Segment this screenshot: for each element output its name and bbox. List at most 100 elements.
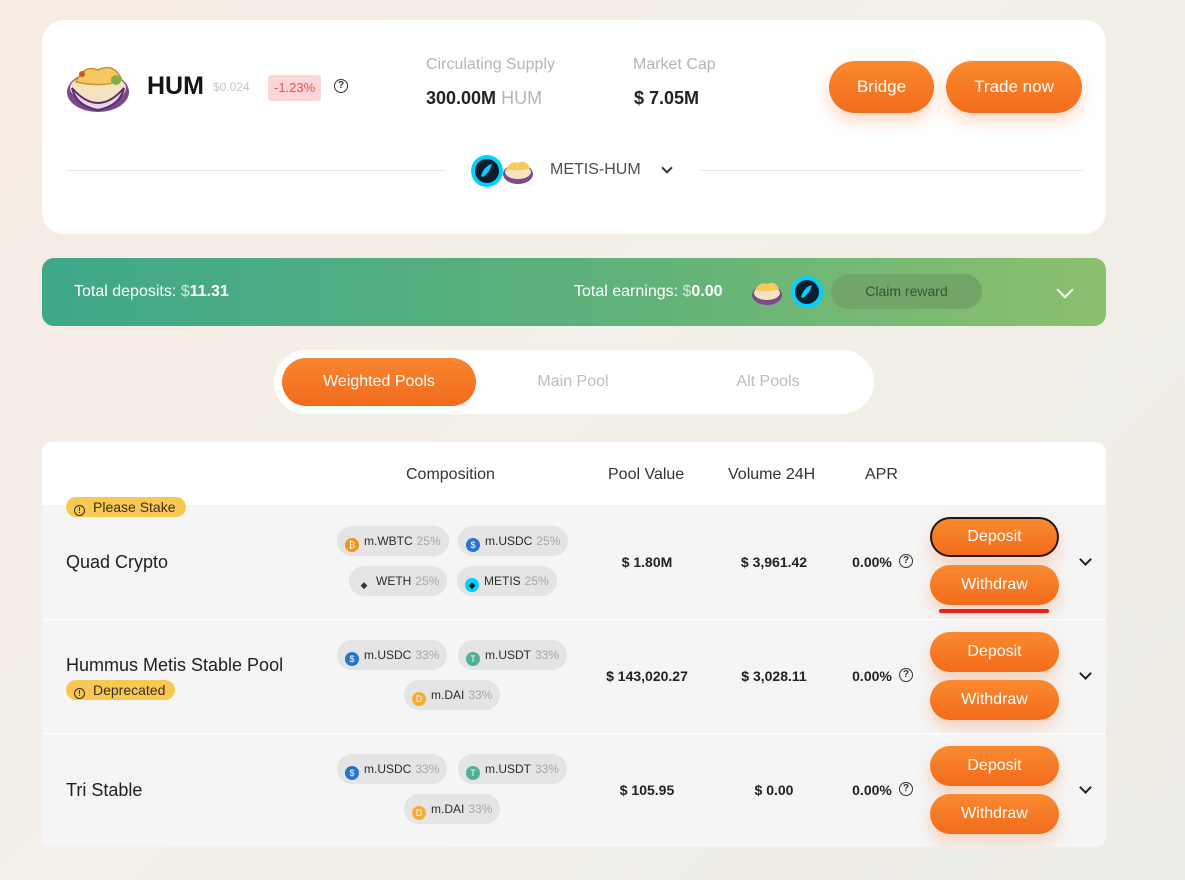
status-badge: ! Please Stake <box>66 497 186 517</box>
usdc-icon: $ <box>345 652 359 666</box>
volume-24h: $ 0.00 <box>754 782 794 798</box>
total-earnings: Total earnings: $0.00 <box>574 283 723 301</box>
composition-chip: ◆ METIS 25% <box>457 566 557 596</box>
tether-icon: T <box>466 766 480 780</box>
token-price: $0.024 <box>213 80 250 94</box>
chevron-down-icon[interactable] <box>661 162 673 174</box>
composition-chip: $ m.USDC 33% <box>337 754 448 784</box>
withdraw-button[interactable]: Withdraw <box>930 680 1059 720</box>
chip-token: m.DAI <box>431 688 465 702</box>
chip-pct: 33% <box>468 802 493 816</box>
table-row: Hummus Metis Stable Pool ! Deprecated $ m.… <box>42 620 1106 734</box>
composition-chip: $ m.USDC 33% <box>337 640 448 670</box>
chip-pct: 33% <box>415 762 440 776</box>
chip-pct: 25% <box>536 534 561 548</box>
composition-chip: Dm.DAI 33% <box>404 794 501 824</box>
table-row: ! Please Stake Quad Crypto ₿ m.WBTC 25% $ m.… <box>42 497 1106 619</box>
pool-value: $ 105.95 <box>619 782 675 798</box>
pool-name: Hummus Metis Stable Pool <box>66 655 284 675</box>
supply-number: 300.00M <box>426 88 497 108</box>
claim-reward-button[interactable]: Claim reward <box>831 274 982 309</box>
chip-token: m.USDC <box>485 534 533 548</box>
pool-tabs: Weighted Pools Main Pool Alt Pools <box>274 350 874 414</box>
bitcoin-icon: ₿ <box>345 538 359 552</box>
chevron-down-icon[interactable] <box>1056 281 1074 299</box>
help-circle-icon[interactable]: ? <box>899 554 913 568</box>
status-badge-label: Please Stake <box>93 499 176 515</box>
total-earnings-label: Total earnings: <box>574 283 679 300</box>
help-circle-icon[interactable]: ? <box>899 782 913 796</box>
total-deposits-value: 11.31 <box>189 283 229 300</box>
token-overview-card: HUM $0.024 -1.23% ? Circulating Supply 3… <box>42 20 1106 234</box>
total-deposits: Total deposits: $11.31 <box>74 283 229 301</box>
supply-value: 300.00M HUM <box>426 88 542 109</box>
chip-token: WETH <box>376 574 412 588</box>
market-cap-value: $ 7.05M <box>634 88 700 108</box>
pool-value: $ 1.80M <box>621 554 673 570</box>
chip-token: METIS <box>484 574 521 588</box>
tab-alt-pools[interactable]: Alt Pools <box>671 358 865 406</box>
composition-chip: ◆ WETH 25% <box>349 566 448 596</box>
pool-name: Quad Crypto <box>66 552 169 572</box>
chevron-down-icon[interactable] <box>1079 553 1092 566</box>
chip-token: m.USDT <box>485 648 531 662</box>
status-badge-label: Deprecated <box>93 682 166 698</box>
usdc-icon: $ <box>466 538 480 552</box>
chip-pct: 25% <box>524 574 549 588</box>
chip-token: m.DAI <box>431 802 465 816</box>
deposit-button[interactable]: Deposit <box>930 746 1059 786</box>
total-earnings-value: 0.00 <box>691 283 723 300</box>
chevron-down-icon[interactable] <box>1079 781 1092 794</box>
composition-chip: Tm.USDT 33% <box>458 754 568 784</box>
metis-icon: ◆ <box>465 578 479 592</box>
trade-now-button[interactable]: Trade now <box>946 61 1082 113</box>
bridge-button[interactable]: Bridge <box>829 61 934 113</box>
table-row: Tri Stable $ m.USDC 33% Tm.USDT 33% Dm.DAI 3… <box>42 734 1106 847</box>
chip-pct: 33% <box>535 648 560 662</box>
usdc-icon: $ <box>345 766 359 780</box>
total-deposits-label: Total deposits: <box>74 283 177 300</box>
hum-bowl-icon <box>67 66 129 112</box>
withdraw-button[interactable]: Withdraw <box>930 565 1059 605</box>
deposit-button[interactable]: Deposit <box>930 632 1059 672</box>
tab-main-pool[interactable]: Main Pool <box>476 358 670 406</box>
pair-selector-label[interactable]: METIS-HUM <box>550 161 641 179</box>
chevron-down-icon[interactable] <box>1079 667 1092 680</box>
deposits-currency: $ <box>180 283 190 300</box>
header-apr: APR <box>865 466 898 483</box>
info-icon: ! <box>74 688 85 699</box>
chip-pct: 33% <box>535 762 560 776</box>
header-composition: Composition <box>406 466 495 483</box>
chip-pct: 25% <box>416 534 441 548</box>
pool-name: Tri Stable <box>66 780 143 800</box>
chip-token: m.WBTC <box>364 534 413 548</box>
deposit-button[interactable]: Deposit <box>930 517 1059 557</box>
chip-pct: 33% <box>415 648 440 662</box>
chip-token: m.USDT <box>485 762 531 776</box>
hum-icon <box>752 282 782 305</box>
metis-icon <box>791 276 823 308</box>
withdraw-button[interactable]: Withdraw <box>930 794 1059 834</box>
composition-chip: $ m.USDC 25% <box>458 526 569 556</box>
chip-pct: 33% <box>468 688 493 702</box>
volume-24h: $ 3,961.42 <box>740 554 808 570</box>
header-volume: Volume 24H <box>728 466 816 483</box>
supply-label: Circulating Supply <box>426 56 555 73</box>
chip-token: m.USDC <box>364 762 412 776</box>
header-pool-value: Pool Value <box>608 466 685 483</box>
pools-table: Composition Pool Value Volume 24H APR ! P… <box>42 442 1106 847</box>
metis-icon <box>471 155 503 187</box>
chip-pct: 25% <box>415 574 440 588</box>
tab-weighted-pools[interactable]: Weighted Pools <box>282 358 476 406</box>
status-badge: ! Deprecated <box>66 680 176 700</box>
ethereum-icon: ◆ <box>360 580 368 590</box>
tether-icon: T <box>466 652 480 666</box>
help-circle-icon[interactable]: ? <box>899 668 913 682</box>
chip-token: m.USDC <box>364 648 412 662</box>
dai-icon: D <box>412 806 426 820</box>
divider-right <box>700 170 1083 171</box>
divider-left <box>66 170 446 171</box>
token-name: HUM <box>147 72 204 100</box>
help-circle-icon[interactable]: ? <box>334 79 348 93</box>
supply-unit: HUM <box>501 88 543 108</box>
